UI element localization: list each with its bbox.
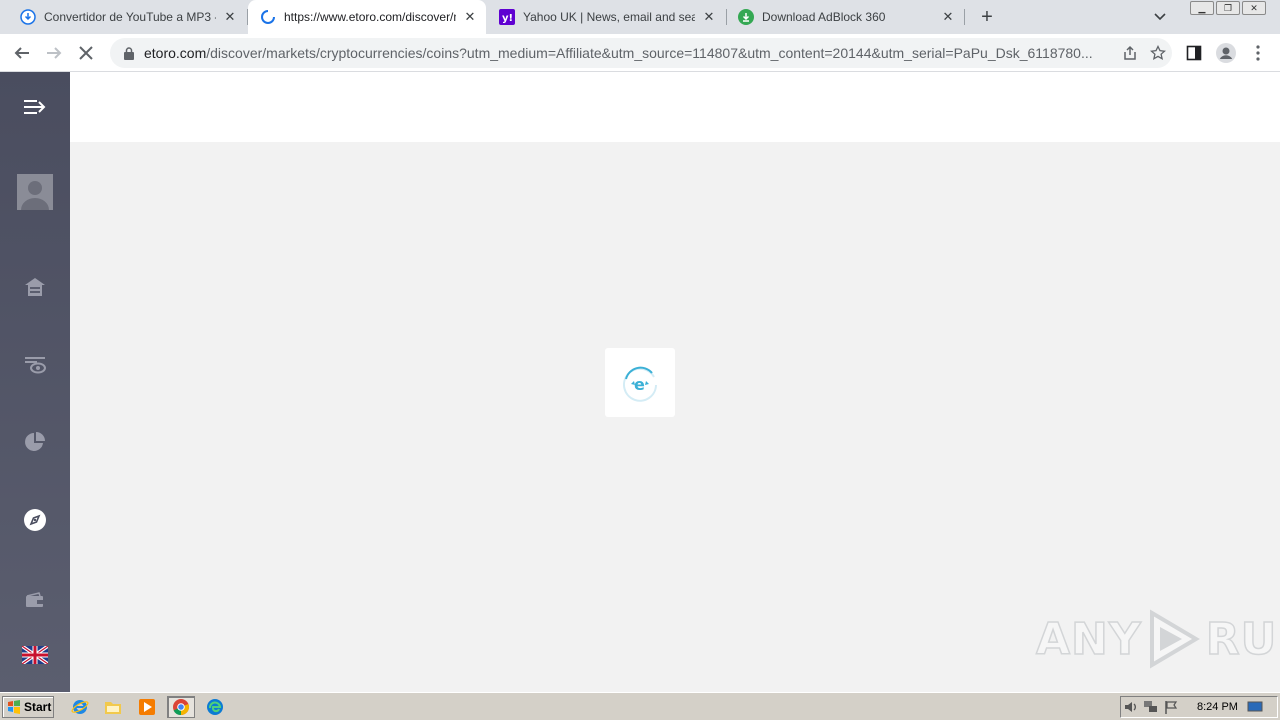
sidebar-item-watchlist[interactable] (0, 345, 70, 385)
lock-icon[interactable] (122, 46, 136, 60)
share-icon[interactable] (1116, 39, 1144, 67)
minimize-button[interactable]: ▁ (1190, 1, 1214, 15)
tab-title: https://www.etoro.com/discover/markets/c… (284, 10, 456, 24)
tab-divider (964, 9, 965, 25)
taskbar-clock[interactable]: 8:24 PM (1197, 701, 1245, 713)
page-header (70, 72, 1280, 142)
tab-strip: Convertidor de YouTube a MP3 - YTMP3 ✕ h… (0, 0, 1280, 34)
taskbar-chrome[interactable] (167, 696, 195, 718)
sidebar-item-discover[interactable] (0, 500, 70, 540)
watermark-text-right: RUN (1205, 613, 1280, 666)
internet-explorer-icon (71, 700, 89, 714)
restore-button[interactable]: ❐ (1216, 1, 1240, 15)
forward-button[interactable] (42, 41, 66, 65)
window-controls: ▁ ❐ ✕ (1190, 1, 1266, 15)
url-path: /discover/markets/cryptocurrencies/coins… (206, 45, 1093, 61)
bookmark-star-icon[interactable] (1144, 39, 1172, 67)
anyrun-watermark: ANY RUN (1035, 609, 1280, 669)
sidebar-item-wallet[interactable] (0, 580, 70, 620)
watermark-text-left: ANY (1035, 613, 1142, 666)
tab-search-button[interactable] (1150, 8, 1170, 26)
chrome-icon (173, 699, 189, 716)
start-button[interactable]: Start (2, 696, 54, 718)
sidebar-item-portfolio[interactable] (0, 422, 70, 462)
taskbar-media-player[interactable] (135, 696, 159, 718)
close-icon[interactable]: ✕ (222, 9, 238, 25)
tab-title: Yahoo UK | News, email and search (523, 10, 695, 24)
uk-flag-icon (22, 646, 48, 664)
media-player-icon (139, 699, 155, 715)
wallet-icon (26, 592, 43, 607)
windows-logo-icon (8, 700, 20, 714)
download-cloud-icon (20, 9, 36, 25)
side-panel-icon (1186, 45, 1202, 61)
browser-toolbar: etoro.com/discover/markets/cryptocurrenc… (0, 34, 1280, 72)
tab-title: Download AdBlock 360 (762, 10, 886, 24)
user-avatar-icon (17, 174, 53, 210)
url-text[interactable]: etoro.com/discover/markets/cryptocurrenc… (144, 45, 1116, 61)
loading-spinner-icon (260, 9, 276, 25)
network-icon[interactable] (1141, 698, 1161, 716)
close-icon[interactable]: ✕ (940, 9, 956, 25)
play-logo-icon (1149, 609, 1200, 669)
page-content: e ANY RUN (0, 72, 1280, 692)
more-vert-icon (1256, 45, 1260, 61)
menu-expand-icon (24, 100, 46, 114)
side-panel-button[interactable] (1182, 41, 1206, 65)
new-tab-button[interactable]: + (976, 6, 998, 28)
taskbar-edge[interactable] (203, 696, 227, 718)
etoro-sidebar (0, 72, 70, 692)
sidebar-expand-button[interactable] (0, 87, 70, 127)
tab-title: Convertidor de YouTube a MP3 - YTMP3 (44, 10, 216, 24)
profile-button[interactable] (1214, 41, 1238, 65)
taskbar: Start 8:24 PM (0, 692, 1280, 720)
sidebar-avatar[interactable] (0, 172, 70, 212)
sidebar-language[interactable] (0, 635, 70, 675)
stop-loading-button[interactable] (74, 41, 98, 65)
address-bar[interactable]: etoro.com/discover/markets/cryptocurrenc… (110, 38, 1172, 68)
tab-ytmp3[interactable]: Convertidor de YouTube a MP3 - YTMP3 ✕ (8, 0, 246, 34)
svg-text:y!: y! (502, 13, 513, 24)
show-desktop-icon[interactable] (1245, 698, 1265, 716)
folder-icon (105, 702, 121, 714)
home-icon (25, 278, 45, 296)
url-host: etoro.com (144, 45, 207, 61)
download-green-icon (738, 9, 754, 25)
close-icon[interactable]: ✕ (701, 9, 717, 25)
forward-arrow-icon (47, 47, 62, 59)
sidebar-item-home[interactable] (0, 267, 70, 307)
taskbar-explorer[interactable] (101, 696, 125, 718)
close-icon[interactable]: ✕ (462, 9, 478, 25)
tab-adblock[interactable]: Download AdBlock 360 ✕ (726, 0, 964, 34)
watchlist-eye-icon (25, 357, 46, 374)
back-arrow-icon (14, 47, 29, 59)
edge-icon (207, 699, 223, 715)
pie-chart-icon (25, 432, 45, 451)
loader-letter: e (634, 375, 645, 394)
close-window-button[interactable]: ✕ (1242, 1, 1266, 15)
yahoo-icon: y! (499, 9, 515, 25)
taskbar-ie[interactable] (68, 696, 92, 718)
etoro-loader: e (605, 348, 675, 417)
action-center-flag-icon[interactable] (1161, 698, 1181, 716)
profile-icon (1216, 43, 1236, 63)
system-tray: 8:24 PM (1120, 696, 1278, 718)
close-icon (79, 46, 93, 60)
back-button[interactable] (10, 41, 34, 65)
start-label: Start (24, 700, 52, 714)
etoro-logo-icon: e (623, 366, 657, 402)
menu-button[interactable] (1246, 41, 1270, 65)
tab-etoro[interactable]: https://www.etoro.com/discover/markets/c… (248, 0, 486, 34)
volume-icon[interactable] (1121, 698, 1141, 716)
tab-yahoo[interactable]: y! Yahoo UK | News, email and search ✕ (487, 0, 725, 34)
compass-icon (24, 509, 46, 531)
